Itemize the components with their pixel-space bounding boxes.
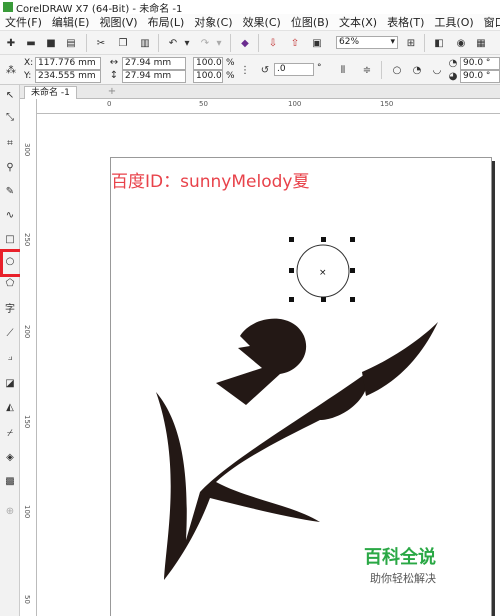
- brand-title: 百科全说: [364, 547, 436, 568]
- brand-subtitle: 助你轻松解决: [370, 572, 436, 585]
- bird-head-shape[interactable]: [216, 318, 307, 405]
- center-marker-icon: ×: [319, 268, 327, 278]
- branch-shape[interactable]: [156, 372, 369, 580]
- branch-tip-shape[interactable]: [362, 322, 438, 396]
- watermark-text: 百度ID：sunnyMelody夏: [111, 172, 310, 192]
- artwork-layer: ×: [156, 237, 438, 580]
